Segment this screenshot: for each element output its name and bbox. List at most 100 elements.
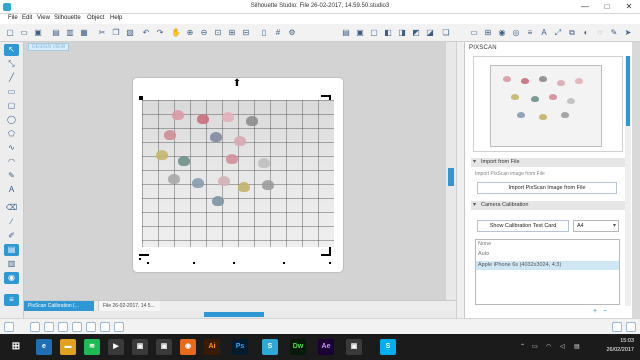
- camera-calibration-header[interactable]: Camera Calibration: [471, 201, 627, 210]
- library-icon[interactable]: ▤: [4, 244, 19, 256]
- send-icon[interactable]: [626, 322, 636, 332]
- page-setup-icon[interactable]: ▯: [258, 27, 270, 39]
- grid-icon[interactable]: #: [272, 27, 284, 39]
- media-player-icon[interactable]: ▶: [108, 339, 124, 355]
- rounded-rectangle-icon[interactable]: ▢: [4, 100, 19, 112]
- undo-icon[interactable]: ↶: [140, 27, 152, 39]
- polygon-tool-icon[interactable]: ⬠: [4, 128, 19, 140]
- save-icon[interactable]: ▣: [32, 27, 44, 39]
- offset-icon[interactable]: ◌: [594, 27, 606, 39]
- layers-icon[interactable]: ≡: [4, 294, 19, 306]
- weld-icon[interactable]: [100, 322, 110, 332]
- panel-scroll-thumb[interactable]: [626, 56, 630, 126]
- ungroup-icon[interactable]: [44, 322, 54, 332]
- app-icon[interactable]: ▣: [346, 339, 362, 355]
- pixscan-icon[interactable]: ◉: [4, 272, 19, 284]
- menu-edit[interactable]: Edit: [22, 15, 32, 21]
- panel-toggle-strip[interactable]: [456, 42, 464, 318]
- freehand-tool-icon[interactable]: ✎: [4, 170, 19, 182]
- delete-icon[interactable]: [86, 322, 96, 332]
- rotate-icon[interactable]: [4, 322, 14, 332]
- zoom-in-icon[interactable]: ⊕: [184, 27, 196, 39]
- page-settings-icon[interactable]: ▭: [468, 27, 480, 39]
- maximize-button[interactable]: □: [596, 0, 618, 14]
- taskbar-clock[interactable]: 15:03 26/02/2017: [606, 337, 634, 355]
- duplicate-icon[interactable]: [72, 322, 82, 332]
- illustrator-icon[interactable]: Ai: [204, 339, 220, 355]
- canvas-vertical-scrollbar[interactable]: [446, 42, 456, 310]
- select-tool-icon[interactable]: ↖: [4, 44, 19, 56]
- menu-silhouette[interactable]: Silhouette: [54, 15, 81, 21]
- cut-to-printer-icon[interactable]: ▥: [64, 27, 76, 39]
- canvas-horizontal-scrollbar[interactable]: [24, 311, 456, 318]
- arc-tool-icon[interactable]: ◠: [4, 156, 19, 168]
- silhouette-studio-icon[interactable]: S: [262, 339, 278, 355]
- send-icon[interactable]: ▦: [78, 27, 90, 39]
- store-icon[interactable]: ▥: [4, 258, 19, 270]
- send-to-silhouette-icon[interactable]: ➤: [622, 27, 634, 39]
- pan-hand-icon[interactable]: ✋: [170, 27, 182, 39]
- panel-scrollbar[interactable]: [625, 56, 631, 306]
- keyboard-icon[interactable]: ▤: [574, 343, 580, 350]
- windows-start-icon[interactable]: ⊞: [8, 339, 24, 355]
- new-file-icon[interactable]: ▢: [4, 27, 16, 39]
- text-tool-icon[interactable]: A: [4, 184, 19, 196]
- after-effects-icon[interactable]: Ae: [318, 339, 334, 355]
- zoom-box-icon[interactable]: ⊡: [212, 27, 224, 39]
- camera-list-item[interactable]: Auto: [476, 250, 619, 259]
- modify-icon[interactable]: ◐: [580, 27, 592, 39]
- transform-icon[interactable]: ⤢: [552, 27, 564, 39]
- remove-camera-button[interactable]: −: [603, 308, 607, 315]
- release-path-icon[interactable]: ◨: [396, 27, 408, 39]
- firefox-icon[interactable]: ◉: [180, 339, 196, 355]
- pixscan-photo[interactable]: [142, 100, 334, 247]
- import-pixscan-button[interactable]: Import PixScan Image from File: [477, 182, 617, 194]
- eyedropper-tool-icon[interactable]: ✐: [4, 230, 19, 242]
- tray-up-arrow-icon[interactable]: ⌃: [520, 343, 525, 350]
- dreamweaver-icon[interactable]: Dw: [290, 339, 306, 355]
- align-icon[interactable]: ▤: [340, 27, 352, 39]
- duplicate-icon[interactable]: ❏: [440, 27, 452, 39]
- flip-icon[interactable]: [114, 322, 124, 332]
- rectangle-tool-icon[interactable]: ▭: [4, 86, 19, 98]
- replicate-icon[interactable]: ⧉: [566, 27, 578, 39]
- file-explorer-icon[interactable]: ▬: [60, 339, 76, 355]
- minimize-button[interactable]: —: [574, 0, 596, 14]
- redo-icon[interactable]: ↷: [154, 27, 166, 39]
- preferences-icon[interactable]: ⚙: [286, 27, 298, 39]
- camera-list-item[interactable]: None: [476, 240, 619, 249]
- ungroup-icon[interactable]: ▢: [368, 27, 380, 39]
- menu-view[interactable]: View: [37, 15, 50, 21]
- battery-icon[interactable]: ▭: [532, 343, 538, 350]
- close-button[interactable]: ✕: [618, 0, 640, 14]
- menu-file[interactable]: File: [8, 15, 18, 21]
- group-icon[interactable]: [30, 322, 40, 332]
- bring-forward-icon[interactable]: ◩: [410, 27, 422, 39]
- canvas-horizontal-scroll-thumb[interactable]: [204, 312, 264, 317]
- group-icon[interactable]: ▣: [354, 27, 366, 39]
- import-from-file-header[interactable]: Import from File: [471, 158, 627, 167]
- eraser-tool-icon[interactable]: ⌫: [4, 202, 19, 214]
- zoom-page-icon[interactable]: ⊟: [240, 27, 252, 39]
- paper-size-select[interactable]: A4 ▾: [573, 220, 619, 232]
- design-canvas[interactable]: DESIGN VIEW ⬆: [24, 42, 456, 310]
- menu-object[interactable]: Object: [87, 15, 104, 21]
- text-style-icon[interactable]: A: [538, 27, 550, 39]
- zoom-out-icon[interactable]: ⊖: [198, 27, 210, 39]
- zoom-fit-icon[interactable]: ⊞: [226, 27, 238, 39]
- spotify-icon[interactable]: ≋: [84, 339, 100, 355]
- camera-list-item-selected[interactable]: Apple iPhone 6s (4032x3024, 4:3): [476, 261, 619, 270]
- edit-points-icon[interactable]: ⤡: [4, 58, 19, 70]
- line-style-icon[interactable]: ≡: [524, 27, 536, 39]
- app-icon[interactable]: ▣: [132, 339, 148, 355]
- line-tool-icon[interactable]: ╱: [4, 72, 19, 84]
- menu-help[interactable]: Help: [110, 15, 122, 21]
- internet-explorer-icon[interactable]: e: [36, 339, 52, 355]
- copy-icon[interactable]: ❐: [110, 27, 122, 39]
- cut-icon[interactable]: ✂: [96, 27, 108, 39]
- photoshop-icon[interactable]: Ps: [232, 339, 248, 355]
- ellipse-tool-icon[interactable]: ◯: [4, 114, 19, 126]
- knife-tool-icon[interactable]: ∕: [4, 216, 19, 228]
- settings-gear-icon[interactable]: [612, 322, 622, 332]
- skype-icon[interactable]: S: [380, 339, 396, 355]
